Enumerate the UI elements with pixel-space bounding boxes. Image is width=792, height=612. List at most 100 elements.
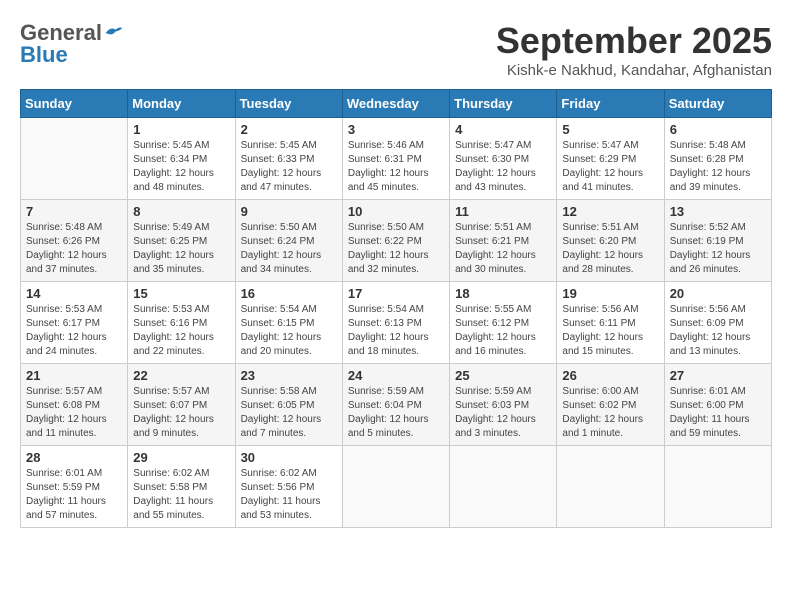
calendar-cell: 14 Sunrise: 5:53 AMSunset: 6:17 PMDayligh… <box>21 282 128 364</box>
day-number: 26 <box>562 368 658 383</box>
day-info: Sunrise: 5:48 AMSunset: 6:28 PMDaylight:… <box>670 139 766 195</box>
day-number: 23 <box>241 368 337 383</box>
day-number: 1 <box>133 122 229 137</box>
week-row-1: 1Sunrise: 5:45 AMSunset: 6:34 PMDaylight… <box>21 118 772 200</box>
day-info: Sunrise: 5:55 AMSunset: 6:12 PMDaylight:… <box>455 303 551 359</box>
calendar-cell: 16Sunrise: 5:54 AMSunset: 6:15 PMDayligh… <box>235 282 342 364</box>
weekday-header-row: SundayMondayTuesdayWednesdayThursdayFrid… <box>21 90 772 118</box>
calendar-cell: 23 Sunrise: 5:58 AMSunset: 6:05 PMDayligh… <box>235 364 342 446</box>
day-number: 12 <box>562 204 658 219</box>
day-info: Sunrise: 5:58 AMSunset: 6:05 PMDaylight:… <box>241 385 337 441</box>
calendar-cell <box>557 446 664 528</box>
day-number: 22 <box>133 368 229 383</box>
day-number: 29 <box>133 450 229 465</box>
day-number: 18 <box>455 286 551 301</box>
calendar-cell <box>21 118 128 200</box>
weekday-sunday: Sunday <box>21 90 128 118</box>
day-number: 28 <box>26 450 122 465</box>
day-info: Sunrise: 5:50 AMSunset: 6:22 PMDaylight:… <box>348 221 444 277</box>
day-number: 21 <box>26 368 122 383</box>
day-info: Sunrise: 5:47 AMSunset: 6:30 PMDaylight:… <box>455 139 551 195</box>
day-info: Sunrise: 5:47 AMSunset: 6:29 PMDaylight:… <box>562 139 658 195</box>
calendar-cell: 15 Sunrise: 5:53 AMSunset: 6:16 PMDayligh… <box>128 282 235 364</box>
day-info: Sunrise: 6:02 AMSunset: 5:58 PMDaylight:… <box>133 467 229 523</box>
logo-bird-icon <box>104 24 124 42</box>
page-header: General Blue September 2025 Kishk-e Nakh… <box>20 20 772 79</box>
logo-blue-text: Blue <box>20 42 68 68</box>
calendar-cell: 1Sunrise: 5:45 AMSunset: 6:34 PMDaylight… <box>128 118 235 200</box>
day-number: 17 <box>348 286 444 301</box>
day-info: Sunrise: 5:57 AMSunset: 6:08 PMDaylight:… <box>26 385 122 441</box>
week-row-4: 21 Sunrise: 5:57 AMSunset: 6:08 PMDayligh… <box>21 364 772 446</box>
calendar-cell: 12 Sunrise: 5:51 AMSunset: 6:20 PMDayligh… <box>557 200 664 282</box>
calendar-cell: 6 Sunrise: 5:48 AMSunset: 6:28 PMDaylight… <box>664 118 771 200</box>
day-number: 19 <box>562 286 658 301</box>
calendar-cell: 21 Sunrise: 5:57 AMSunset: 6:08 PMDayligh… <box>21 364 128 446</box>
title-block: September 2025 Kishk-e Nakhud, Kandahar,… <box>496 20 772 79</box>
weekday-monday: Monday <box>128 90 235 118</box>
weekday-friday: Friday <box>557 90 664 118</box>
day-number: 27 <box>670 368 766 383</box>
location-subtitle: Kishk-e Nakhud, Kandahar, Afghanistan <box>496 62 772 79</box>
calendar-cell: 7Sunrise: 5:48 AMSunset: 6:26 PMDaylight… <box>21 200 128 282</box>
calendar-cell: 20Sunrise: 5:56 AMSunset: 6:09 PMDayligh… <box>664 282 771 364</box>
day-number: 11 <box>455 204 551 219</box>
day-info: Sunrise: 5:54 AMSunset: 6:13 PMDaylight:… <box>348 303 444 359</box>
calendar-cell <box>450 446 557 528</box>
month-title: September 2025 <box>496 20 772 62</box>
day-info: Sunrise: 6:02 AMSunset: 5:56 PMDaylight:… <box>241 467 337 523</box>
calendar-cell: 10 Sunrise: 5:50 AMSunset: 6:22 PMDayligh… <box>342 200 449 282</box>
day-info: Sunrise: 5:51 AMSunset: 6:21 PMDaylight:… <box>455 221 551 277</box>
day-info: Sunrise: 5:52 AMSunset: 6:19 PMDaylight:… <box>670 221 766 277</box>
day-info: Sunrise: 5:50 AMSunset: 6:24 PMDaylight:… <box>241 221 337 277</box>
calendar-cell: 29 Sunrise: 6:02 AMSunset: 5:58 PMDayligh… <box>128 446 235 528</box>
calendar-cell: 26 Sunrise: 6:00 AMSunset: 6:02 PMDayligh… <box>557 364 664 446</box>
day-number: 10 <box>348 204 444 219</box>
day-number: 7 <box>26 204 122 219</box>
weekday-thursday: Thursday <box>450 90 557 118</box>
day-number: 14 <box>26 286 122 301</box>
day-number: 5 <box>562 122 658 137</box>
week-row-5: 28 Sunrise: 6:01 AMSunset: 5:59 PMDayligh… <box>21 446 772 528</box>
day-number: 16 <box>241 286 337 301</box>
calendar-cell: 13 Sunrise: 5:52 AMSunset: 6:19 PMDayligh… <box>664 200 771 282</box>
day-info: Sunrise: 5:45 AMSunset: 6:33 PMDaylight:… <box>241 139 337 195</box>
day-number: 4 <box>455 122 551 137</box>
day-number: 30 <box>241 450 337 465</box>
day-number: 6 <box>670 122 766 137</box>
calendar-cell: 28 Sunrise: 6:01 AMSunset: 5:59 PMDayligh… <box>21 446 128 528</box>
day-number: 3 <box>348 122 444 137</box>
day-number: 20 <box>670 286 766 301</box>
day-number: 24 <box>348 368 444 383</box>
calendar-cell <box>342 446 449 528</box>
calendar-table: SundayMondayTuesdayWednesdayThursdayFrid… <box>20 89 772 528</box>
day-number: 25 <box>455 368 551 383</box>
day-info: Sunrise: 5:59 AMSunset: 6:03 PMDaylight:… <box>455 385 551 441</box>
day-info: Sunrise: 5:53 AMSunset: 6:17 PMDaylight:… <box>26 303 122 359</box>
day-info: Sunrise: 6:01 AMSunset: 5:59 PMDaylight:… <box>26 467 122 523</box>
day-number: 8 <box>133 204 229 219</box>
calendar-cell: 25 Sunrise: 5:59 AMSunset: 6:03 PMDayligh… <box>450 364 557 446</box>
day-info: Sunrise: 5:49 AMSunset: 6:25 PMDaylight:… <box>133 221 229 277</box>
calendar-cell: 27 Sunrise: 6:01 AMSunset: 6:00 PMDayligh… <box>664 364 771 446</box>
day-number: 9 <box>241 204 337 219</box>
day-info: Sunrise: 5:57 AMSunset: 6:07 PMDaylight:… <box>133 385 229 441</box>
calendar-cell <box>664 446 771 528</box>
day-number: 2 <box>241 122 337 137</box>
calendar-cell: 22 Sunrise: 5:57 AMSunset: 6:07 PMDayligh… <box>128 364 235 446</box>
day-info: Sunrise: 6:01 AMSunset: 6:00 PMDaylight:… <box>670 385 766 441</box>
weekday-tuesday: Tuesday <box>235 90 342 118</box>
calendar-cell: 4 Sunrise: 5:47 AMSunset: 6:30 PMDaylight… <box>450 118 557 200</box>
day-info: Sunrise: 6:00 AMSunset: 6:02 PMDaylight:… <box>562 385 658 441</box>
calendar-cell: 8 Sunrise: 5:49 AMSunset: 6:25 PMDaylight… <box>128 200 235 282</box>
calendar-cell: 9 Sunrise: 5:50 AMSunset: 6:24 PMDaylight… <box>235 200 342 282</box>
day-number: 15 <box>133 286 229 301</box>
calendar-cell: 19Sunrise: 5:56 AMSunset: 6:11 PMDayligh… <box>557 282 664 364</box>
day-info: Sunrise: 5:51 AMSunset: 6:20 PMDaylight:… <box>562 221 658 277</box>
day-info: Sunrise: 5:53 AMSunset: 6:16 PMDaylight:… <box>133 303 229 359</box>
calendar-body: 1Sunrise: 5:45 AMSunset: 6:34 PMDaylight… <box>21 118 772 528</box>
calendar-cell: 5 Sunrise: 5:47 AMSunset: 6:29 PMDaylight… <box>557 118 664 200</box>
day-number: 13 <box>670 204 766 219</box>
calendar-cell: 11 Sunrise: 5:51 AMSunset: 6:21 PMDayligh… <box>450 200 557 282</box>
calendar-cell: 3Sunrise: 5:46 AMSunset: 6:31 PMDaylight… <box>342 118 449 200</box>
